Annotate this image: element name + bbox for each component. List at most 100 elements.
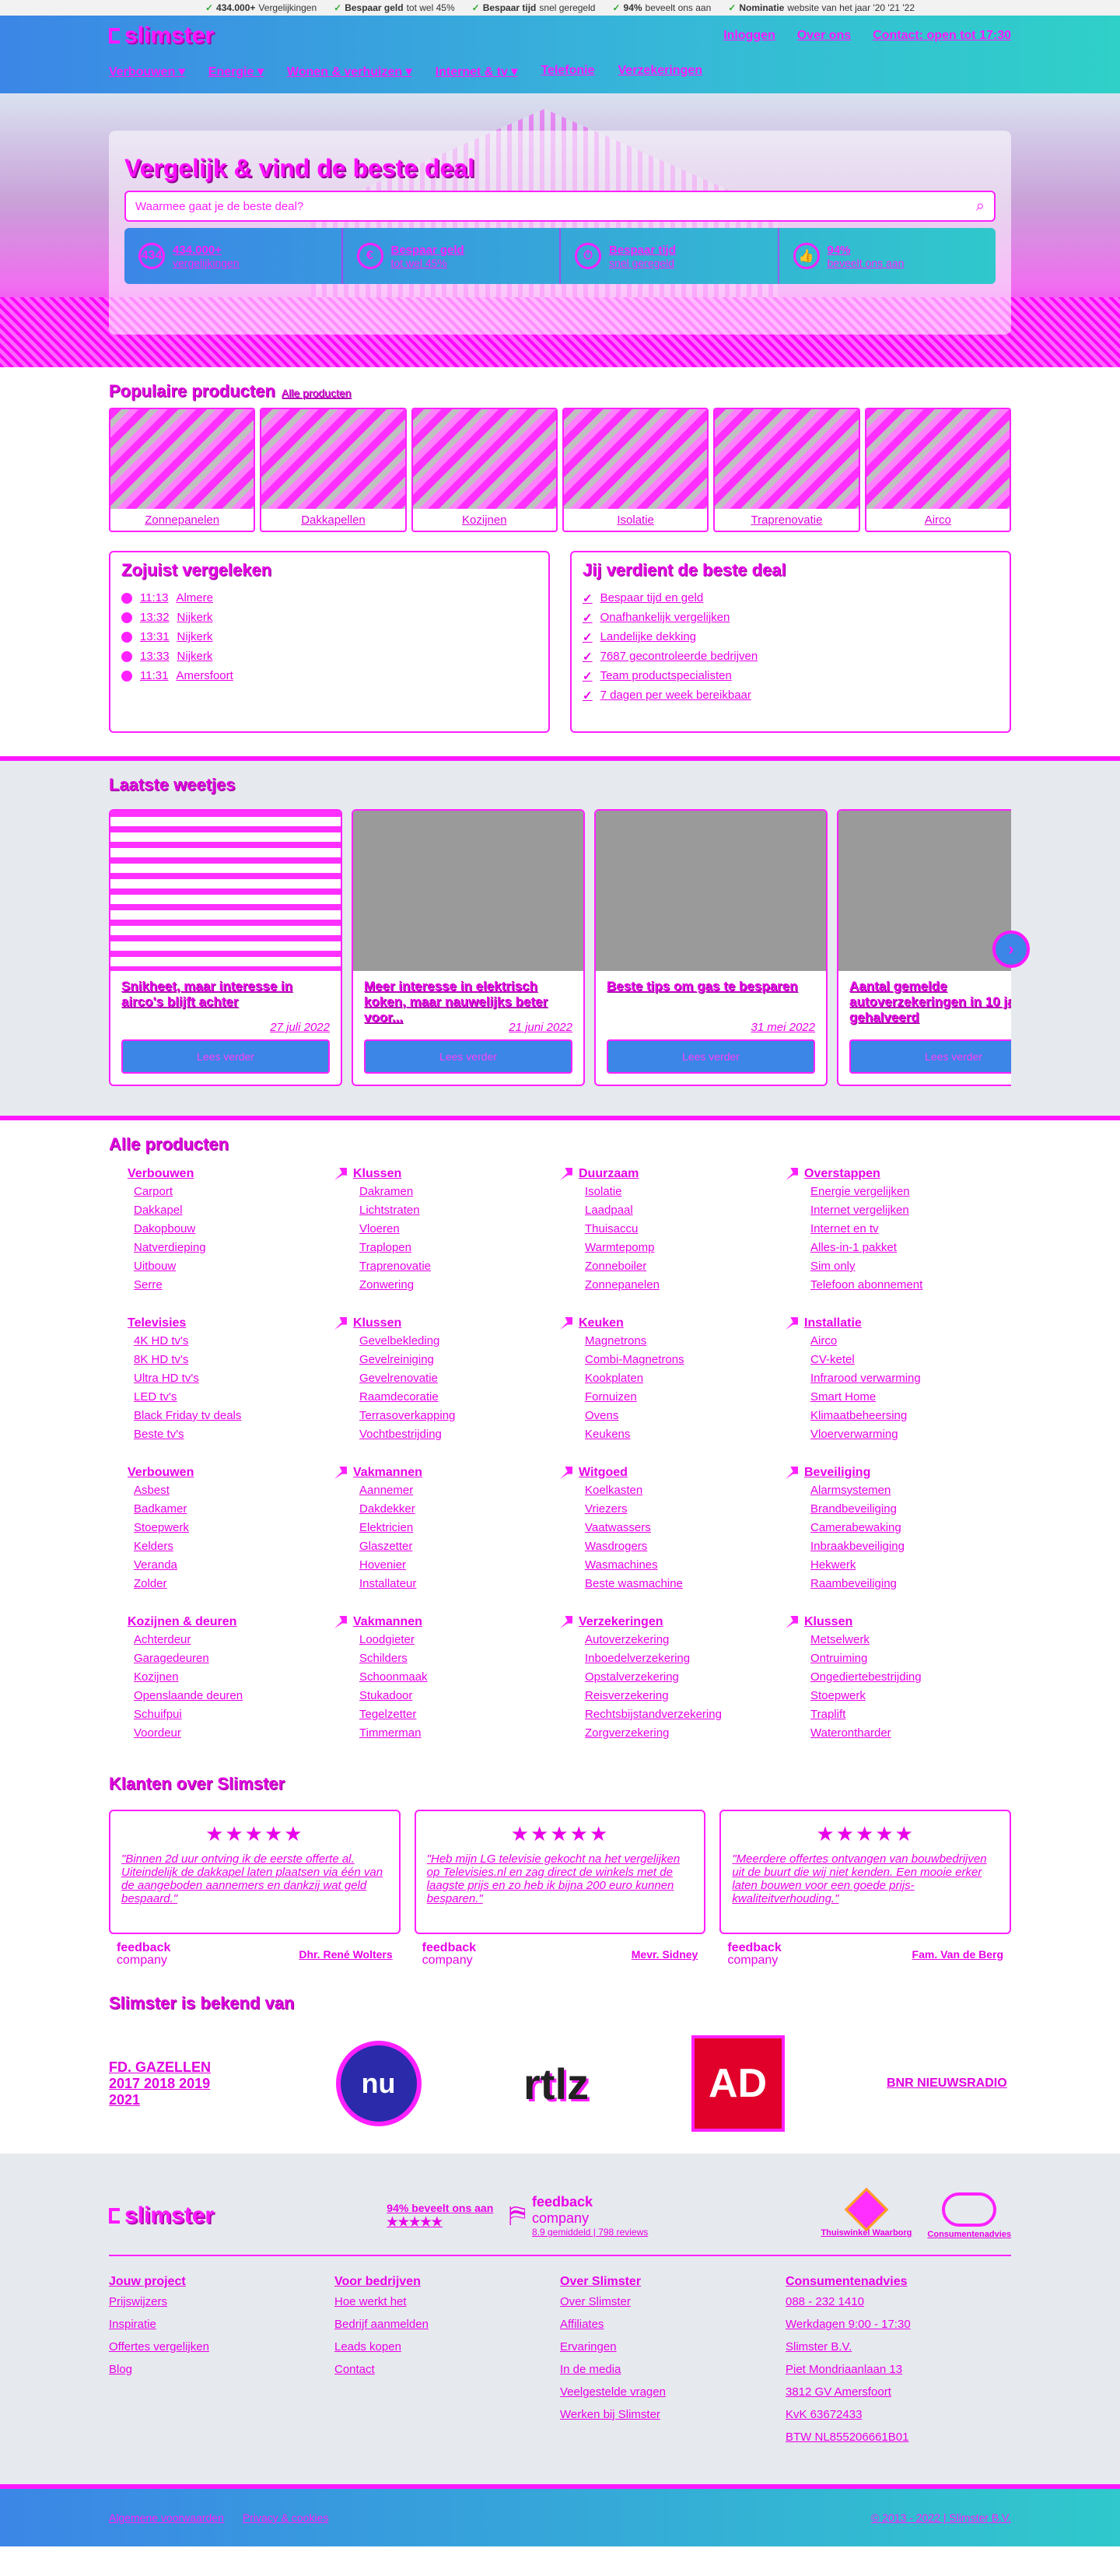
- category-link[interactable]: Aannemer: [359, 1481, 560, 1500]
- category-link[interactable]: Smart Home: [810, 1388, 1011, 1407]
- category-link[interactable]: Wasdrogers: [585, 1537, 786, 1556]
- category-link[interactable]: Black Friday tv deals: [134, 1407, 334, 1425]
- category-link[interactable]: Rechtsbijstandverzekering: [585, 1705, 786, 1724]
- category-link[interactable]: Vloeren: [359, 1220, 560, 1239]
- contact-link[interactable]: Contact: open tot 17:30: [873, 29, 1011, 43]
- category-heading[interactable]: Verbouwen: [109, 1165, 334, 1183]
- category-link[interactable]: Zonnepanelen: [585, 1276, 786, 1295]
- category-link[interactable]: Zolder: [134, 1575, 334, 1593]
- category-link[interactable]: Inbraakbeveiliging: [810, 1537, 1011, 1556]
- category-link[interactable]: Zorgverzekering: [585, 1724, 786, 1743]
- news-title[interactable]: Aantal gemelde autoverzekeringen in 10 j…: [838, 971, 1011, 1025]
- category-link[interactable]: Beste wasmachine: [585, 1575, 786, 1593]
- category-link[interactable]: Glaszetter: [359, 1537, 560, 1556]
- category-link[interactable]: Isolatie: [585, 1183, 786, 1201]
- category-link[interactable]: Thuisaccu: [585, 1220, 786, 1239]
- category-link[interactable]: Schuifpui: [134, 1705, 334, 1724]
- footer-link[interactable]: 3812 GV Amersfoort: [786, 2385, 1011, 2408]
- category-link[interactable]: Dakkapel: [134, 1201, 334, 1220]
- category-heading[interactable]: Vakmannen: [334, 1614, 560, 1631]
- category-link[interactable]: Gevelreiniging: [359, 1351, 560, 1369]
- category-link[interactable]: Openslaande deuren: [134, 1687, 334, 1705]
- nav-item-verbouwen[interactable]: Verbouwen ▾: [109, 64, 185, 79]
- category-link[interactable]: Vloerverwarming: [810, 1425, 1011, 1444]
- category-link[interactable]: Schoonmaak: [359, 1668, 560, 1687]
- footer-link[interactable]: Slimster B.V.: [786, 2340, 1011, 2363]
- nav-item-internet[interactable]: Internet & tv ▾: [436, 64, 518, 79]
- nav-item-energie[interactable]: Energie ▾: [208, 64, 264, 79]
- category-link[interactable]: Carport: [134, 1183, 334, 1201]
- category-link[interactable]: Kelders: [134, 1537, 334, 1556]
- search-input[interactable]: [135, 199, 913, 213]
- category-link[interactable]: Terrasoverkapping: [359, 1407, 560, 1425]
- category-heading[interactable]: Klussen: [334, 1315, 560, 1332]
- category-link[interactable]: Internet vergelijken: [810, 1201, 1011, 1220]
- news-card[interactable]: Beste tips om gas te besparen 31 mei 2022…: [594, 809, 828, 1086]
- category-link[interactable]: Metselwerk: [810, 1631, 1011, 1649]
- category-link[interactable]: Koelkasten: [585, 1481, 786, 1500]
- category-link[interactable]: Autoverzekering: [585, 1631, 786, 1649]
- footer-link[interactable]: Hoe werkt het: [334, 2295, 560, 2318]
- category-link[interactable]: Loodgieter: [359, 1631, 560, 1649]
- category-link[interactable]: Vaatwassers: [585, 1519, 786, 1537]
- footer-link[interactable]: Bedrijf aanmelden: [334, 2318, 560, 2340]
- logo[interactable]: slimster: [109, 23, 214, 49]
- category-link[interactable]: Traplopen: [359, 1239, 560, 1257]
- footer-link[interactable]: Leads kopen: [334, 2340, 560, 2363]
- category-heading[interactable]: Verbouwen: [109, 1464, 334, 1481]
- footer-link[interactable]: In de media: [560, 2363, 786, 2385]
- category-link[interactable]: Waterontharder: [810, 1724, 1011, 1743]
- category-link[interactable]: Voordeur: [134, 1724, 334, 1743]
- footer-link[interactable]: BTW NL855206661B01: [786, 2431, 1011, 2453]
- category-link[interactable]: Internet en tv: [810, 1220, 1011, 1239]
- terms-link[interactable]: Algemene voorwaarden: [109, 2511, 224, 2524]
- footer-link[interactable]: Ervaringen: [560, 2340, 786, 2363]
- category-link[interactable]: 8K HD tv's: [134, 1351, 334, 1369]
- footer-link[interactable]: Affiliates: [560, 2318, 786, 2340]
- read-more-button[interactable]: Lees verder: [849, 1039, 1011, 1074]
- category-link[interactable]: Laadpaal: [585, 1201, 786, 1220]
- category-link[interactable]: Dakramen: [359, 1183, 560, 1201]
- product-tile[interactable]: Airco: [864, 408, 1011, 532]
- category-link[interactable]: Ontruiming: [810, 1649, 1011, 1668]
- category-link[interactable]: Fornuizen: [585, 1388, 786, 1407]
- category-link[interactable]: Telefoon abonnement: [810, 1276, 1011, 1295]
- category-link[interactable]: Camerabewaking: [810, 1519, 1011, 1537]
- privacy-link[interactable]: Privacy & cookies: [243, 2511, 328, 2524]
- category-link[interactable]: Combi-Magnetrons: [585, 1351, 786, 1369]
- read-more-button[interactable]: Lees verder: [121, 1039, 330, 1074]
- news-card[interactable]: Snikheet, maar interesse in airco's blij…: [109, 809, 342, 1086]
- category-link[interactable]: Installateur: [359, 1575, 560, 1593]
- footer-link[interactable]: KvK 63672433: [786, 2408, 1011, 2431]
- category-heading[interactable]: Televisies: [109, 1315, 334, 1332]
- category-link[interactable]: Hekwerk: [810, 1556, 1011, 1575]
- category-link[interactable]: Opstalverzekering: [585, 1668, 786, 1687]
- category-link[interactable]: Raamdecoratie: [359, 1388, 560, 1407]
- category-link[interactable]: Vriezers: [585, 1500, 786, 1519]
- category-link[interactable]: CV-ketel: [810, 1351, 1011, 1369]
- category-heading[interactable]: Keuken: [560, 1315, 786, 1332]
- category-link[interactable]: Zonwering: [359, 1276, 560, 1295]
- category-link[interactable]: Tegelzetter: [359, 1705, 560, 1724]
- category-link[interactable]: Kookplaten: [585, 1369, 786, 1388]
- category-link[interactable]: Elektricien: [359, 1519, 560, 1537]
- all-products-link[interactable]: Alle producten: [282, 387, 352, 399]
- footer-logo[interactable]: slimster: [109, 2203, 214, 2229]
- read-more-button[interactable]: Lees verder: [607, 1039, 815, 1074]
- footer-link[interactable]: Werken bij Slimster: [560, 2408, 786, 2431]
- category-link[interactable]: Natverdieping: [134, 1239, 334, 1257]
- category-link[interactable]: Brandbeveiliging: [810, 1500, 1011, 1519]
- category-heading[interactable]: Klussen: [334, 1165, 560, 1183]
- category-link[interactable]: Stukadoor: [359, 1687, 560, 1705]
- category-link[interactable]: Raambeveiliging: [810, 1575, 1011, 1593]
- about-link[interactable]: Over ons: [797, 29, 851, 43]
- category-heading[interactable]: Overstappen: [786, 1165, 1011, 1183]
- footer-link[interactable]: Veelgestelde vragen: [560, 2385, 786, 2408]
- category-link[interactable]: Sim only: [810, 1257, 1011, 1276]
- footer-link[interactable]: 088 - 232 1410: [786, 2295, 1011, 2318]
- category-heading[interactable]: Klussen: [786, 1614, 1011, 1631]
- nav-item-wonen[interactable]: Wonen & verhuizen ▾: [287, 64, 412, 79]
- category-link[interactable]: Inboedelverzekering: [585, 1649, 786, 1668]
- category-link[interactable]: Keukens: [585, 1425, 786, 1444]
- nav-item-telefonie[interactable]: Telefonie: [541, 64, 594, 79]
